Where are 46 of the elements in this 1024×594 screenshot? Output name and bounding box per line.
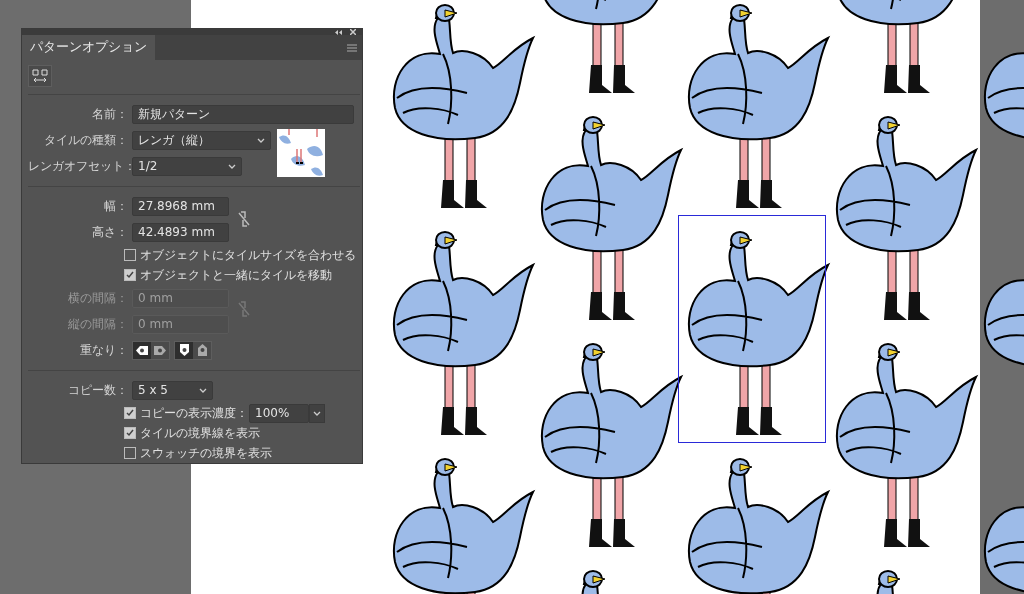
width-field[interactable]: 27.8968 mm <box>132 196 229 216</box>
checkbox[interactable] <box>124 427 136 439</box>
close-icon[interactable] <box>350 29 356 35</box>
tile-type-dropdown[interactable]: レンガ（縦） <box>132 130 271 150</box>
field-label: 高さ： <box>91 224 128 240</box>
overlap-button[interactable] <box>133 341 151 359</box>
check-icon <box>126 429 134 437</box>
copies-dropdown[interactable]: 5 x 5 <box>132 380 213 400</box>
checkbox-label: オブジェクトと一緒にタイルを移動 <box>140 266 332 284</box>
check-icon <box>126 409 134 417</box>
caret-icon <box>313 410 321 416</box>
left-overlap-icon <box>136 345 148 355</box>
field-label: 重なり： <box>79 342 128 358</box>
checkbox-label: スウォッチの境界を表示 <box>140 444 272 462</box>
edit-tile-button[interactable] <box>28 65 52 87</box>
field-label: 横の間隔： <box>67 290 128 306</box>
opacity-dropdown-button[interactable] <box>309 403 325 423</box>
tile-boundary[interactable] <box>678 215 826 443</box>
field-label: 名前： <box>91 106 128 122</box>
broken-link-icon[interactable] <box>237 210 251 228</box>
brick-offset-dropdown[interactable]: 1/2 <box>132 156 242 176</box>
checkbox[interactable] <box>124 407 136 419</box>
caret-icon <box>228 163 236 169</box>
bottom-overlap-icon <box>197 344 207 356</box>
checkbox-label: タイルの境界線を表示 <box>140 424 260 442</box>
right-overlap-icon <box>154 345 166 355</box>
check-icon <box>126 271 134 279</box>
opacity-field[interactable]: 100% <box>249 403 309 423</box>
name-field[interactable]: 新規パターン <box>132 104 354 124</box>
field-label: タイルの種類： <box>43 132 128 148</box>
pattern-preview-thumbnail <box>277 129 325 177</box>
checkbox[interactable] <box>124 447 136 459</box>
field-label: コピー数： <box>67 382 128 398</box>
field-label: 縦の間隔： <box>67 316 128 332</box>
checkbox[interactable] <box>124 269 136 281</box>
checkbox-label: オブジェクトにタイルサイズを合わせる <box>140 246 356 264</box>
overlap-button[interactable] <box>175 341 193 359</box>
field-label: 幅： <box>103 198 128 214</box>
checkbox-label: コピーの表示濃度： <box>140 404 248 422</box>
caret-icon <box>257 137 265 143</box>
caret-icon <box>199 387 207 393</box>
tile-tool-icon <box>32 69 48 83</box>
panel-tab[interactable]: パターンオプション <box>22 35 155 60</box>
checkbox[interactable] <box>124 249 136 261</box>
height-field[interactable]: 42.4893 mm <box>132 222 229 242</box>
top-overlap-icon <box>179 344 189 356</box>
